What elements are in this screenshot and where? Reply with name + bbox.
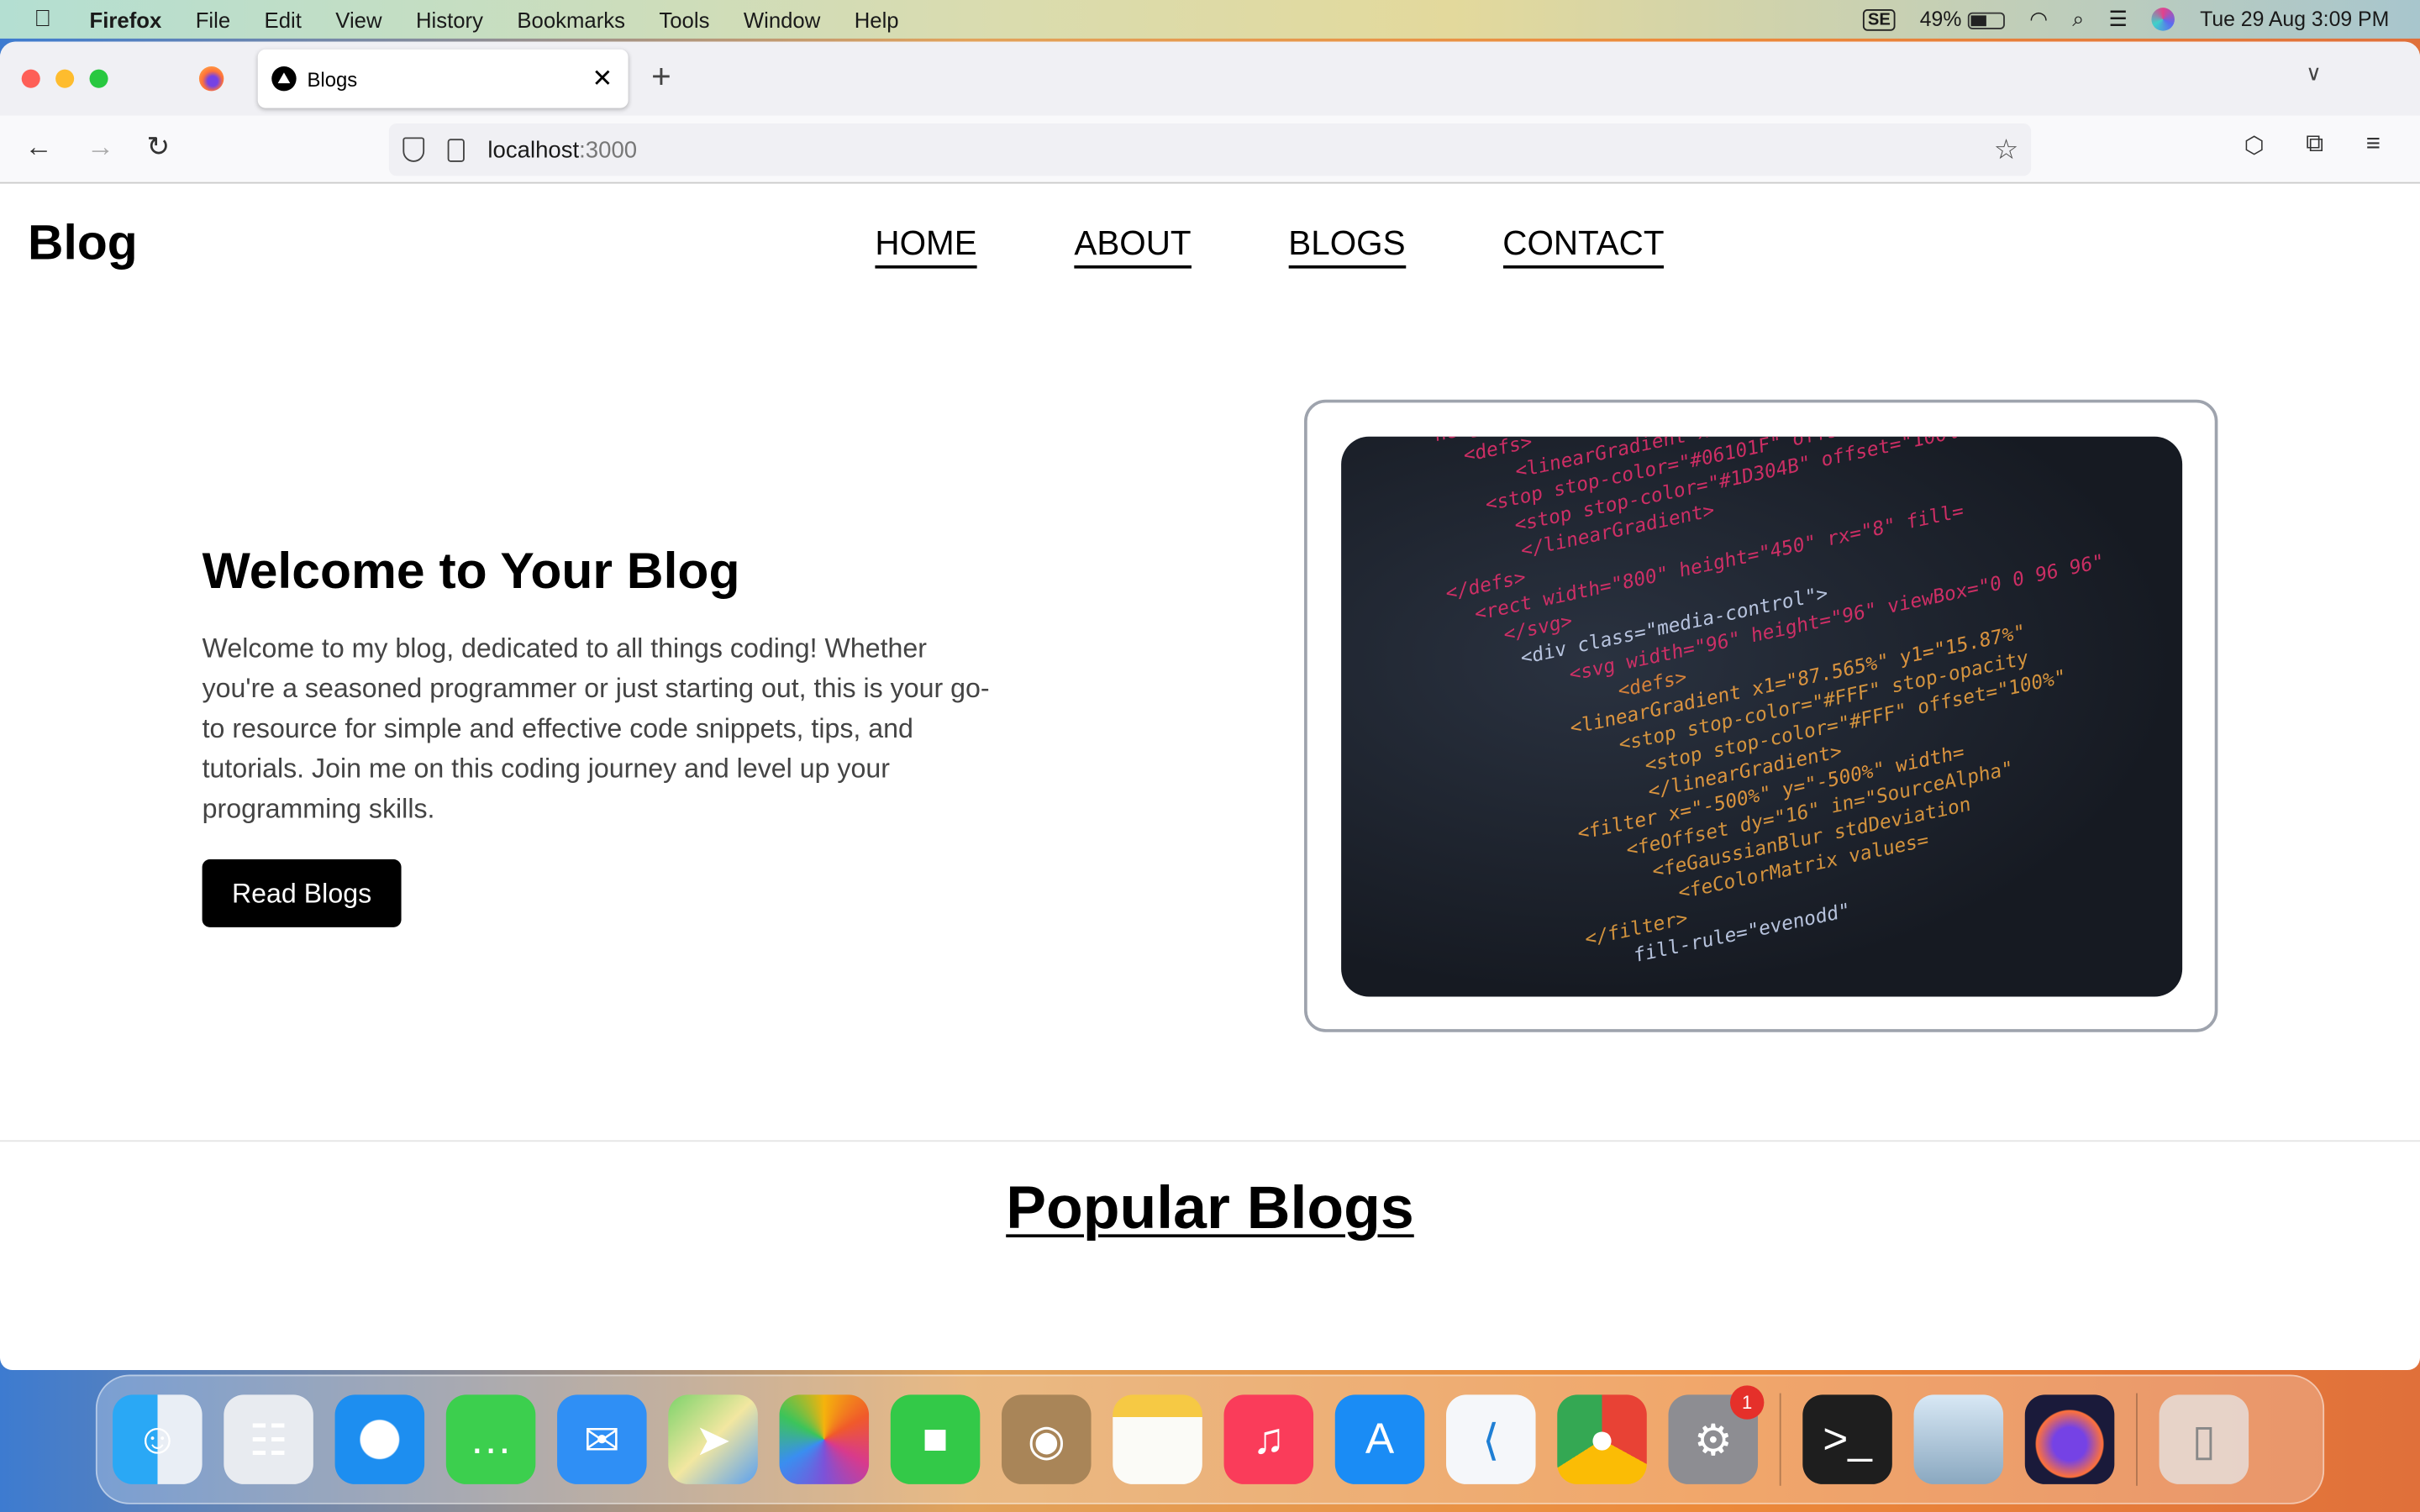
dock-photos-icon[interactable] [779,1394,870,1484]
page-icon[interactable] [447,138,465,161]
wifi-icon[interactable]: ◠ [2029,7,2048,31]
menu-bar:  Firefox File Edit View History Bookmar… [0,0,2420,39]
url-port: :3000 [579,136,638,163]
menu-window[interactable]: Window [744,7,820,31]
tab-bar: Blogs ✕ + ∨ [0,41,2420,116]
extensions-icon[interactable]: ⧉ [2306,131,2323,159]
dock-separator [1779,1393,1781,1486]
url-bar[interactable]: localhost:3000 ☆ [388,123,2032,176]
popular-blogs-heading: Popular Blogs [0,1176,2420,1244]
site-logo[interactable]: Blog [28,214,138,271]
pocket-icon[interactable]: ⬡ [2244,131,2265,159]
nav-about[interactable]: ABOUT [1074,223,1192,269]
dock-launchpad-icon[interactable]: ☷ [224,1394,313,1484]
desktop:  Firefox File Edit View History Bookmar… [0,0,2420,1512]
site-nav: HOME ABOUT BLOGS CONTACT [875,223,1665,269]
dock-app-store-icon[interactable]: A [1334,1394,1425,1484]
list-all-tabs-icon[interactable]: ∨ [2306,60,2322,87]
dock-trash-icon[interactable]: ▯ [2159,1394,2249,1484]
menu-edit[interactable]: Edit [265,7,302,31]
menu-bookmarks[interactable]: Bookmarks [517,7,625,31]
dock-preview-icon[interactable] [1913,1394,2004,1484]
dock: ☺ ☷ ↗… ✉ ➤ ■ ◉ ♫ A ⟨ ● ⚙ 1 >_ ▯ [95,1374,2325,1504]
dock-terminal-icon[interactable]: >_ [1802,1394,1892,1484]
dock-separator [2136,1393,2138,1486]
dock-notes-icon[interactable] [1113,1394,1202,1484]
url-host: localhost [487,136,580,163]
menu-file[interactable]: File [196,7,230,31]
dock-music-icon[interactable]: ♫ [1223,1394,1314,1484]
spotlight-search-icon[interactable]: ⌕ [2072,7,2084,31]
browser-window: Blogs ✕ + ∨ ← → ↻ localhost:3000 ☆ ⬡ ⧉ ≡… [0,41,2420,1371]
zoom-window-button[interactable] [89,69,108,88]
firefox-view-icon[interactable] [198,66,224,92]
tab-title: Blogs [307,66,358,91]
menu-view[interactable]: View [335,7,381,31]
control-center-icon[interactable]: ☰ [2109,7,2128,31]
dock-messages-icon[interactable]: … [445,1394,536,1484]
dock-chrome-icon[interactable]: ● [1557,1394,1647,1484]
shield-icon[interactable] [402,137,425,162]
battery-status[interactable]: 49% [1920,8,2005,31]
hero-description: Welcome to my blog, dedicated to all thi… [202,633,990,824]
forward-button[interactable]: → [87,131,114,164]
code-lines: height="450" viewBox="0 0 800 450" xmlns… [1434,437,2124,997]
tab-blogs[interactable]: Blogs ✕ [257,49,629,108]
dock-system-settings-icon[interactable]: ⚙ 1 [1668,1385,1765,1484]
close-window-button[interactable] [21,69,40,88]
input-source[interactable]: SE [1863,8,1896,30]
nav-contact[interactable]: CONTACT [1502,223,1665,269]
nav-home[interactable]: HOME [875,223,977,269]
tab-favicon-icon [271,66,297,92]
code-screenshot-image: height="450" viewBox="0 0 800 450" xmlns… [1341,436,2183,997]
dock-vscode-icon[interactable]: ⟨ [1446,1394,1536,1484]
app-menu-icon[interactable]: ≡ [2366,131,2381,159]
dock-maps-icon[interactable]: ➤ [668,1394,758,1484]
menu-app-name[interactable]: Firefox [90,7,162,31]
hero-title: Welcome to Your Blog [202,541,740,599]
menu-help[interactable]: Help [855,7,899,31]
apple-icon[interactable]:  [34,6,55,32]
close-tab-icon[interactable]: ✕ [592,63,613,94]
notification-badge: 1 [1729,1385,1765,1420]
bookmark-star-icon[interactable]: ☆ [1994,134,2019,166]
dock-finder-icon[interactable]: ☺ [113,1394,203,1484]
url-text[interactable]: localhost:3000 [487,137,637,163]
navigation-toolbar: ← → ↻ localhost:3000 ☆ ⬡ ⧉ ≡ [0,115,2420,184]
battery-icon [1967,12,2005,29]
siri-icon[interactable] [2152,8,2175,31]
dock-mail-icon[interactable]: ✉ [557,1394,647,1484]
dock-safari-icon[interactable]: ↗ [334,1394,425,1484]
dock-contacts-icon[interactable]: ◉ [1002,1394,1092,1484]
read-blogs-button[interactable]: Read Blogs [202,859,402,927]
minimize-window-button[interactable] [55,69,75,88]
dock-firefox-icon[interactable] [2024,1394,2115,1484]
new-tab-button[interactable]: + [651,57,671,97]
back-button[interactable]: ← [24,131,52,164]
hero-image-frame: height="450" viewBox="0 0 800 450" xmlns… [1304,399,2218,1032]
menu-history[interactable]: History [416,7,483,31]
reload-button[interactable]: ↻ [146,131,170,164]
battery-percent: 49% [1919,8,1962,31]
nav-blogs[interactable]: BLOGS [1288,223,1406,269]
clock[interactable]: Tue 29 Aug 3:09 PM [2200,8,2389,31]
menu-tools[interactable]: Tools [659,7,709,31]
web-page: Blog HOME ABOUT BLOGS CONTACT Welcome to… [0,184,2420,1370]
dock-facetime-icon[interactable]: ■ [890,1394,981,1484]
section-divider [0,1140,2420,1142]
popular-blogs-title: Popular Blogs [1006,1175,1414,1242]
